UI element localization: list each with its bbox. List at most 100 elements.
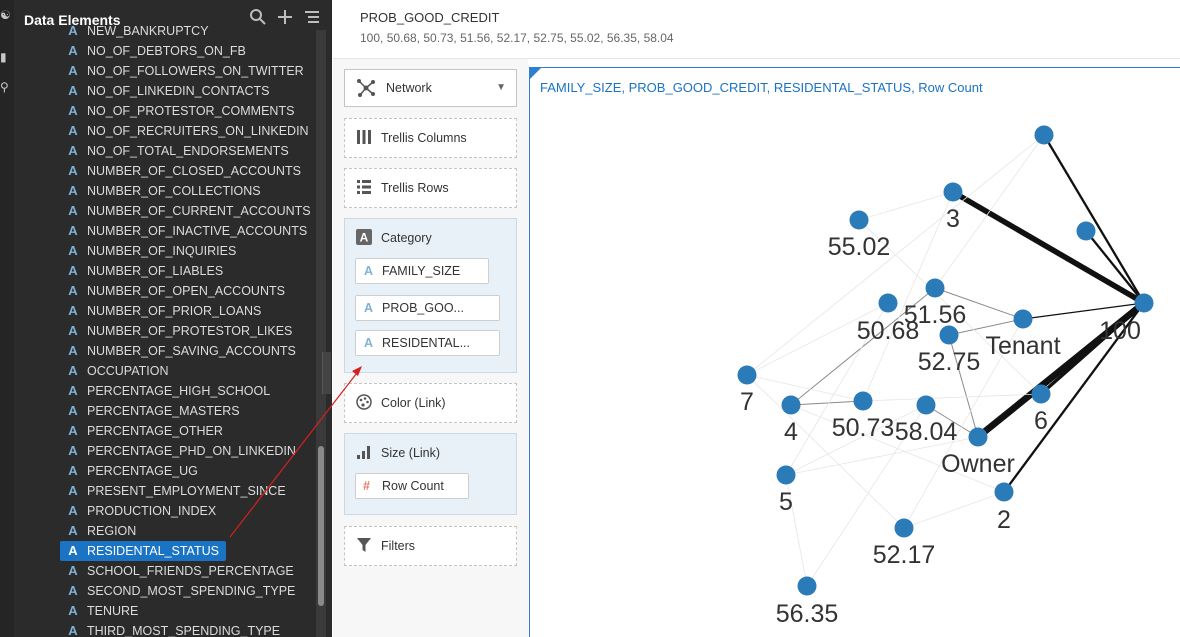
attribute-icon: A bbox=[68, 383, 78, 398]
analytics-icon[interactable]: ⚲ bbox=[0, 80, 9, 94]
category-item-prob-good-credit[interactable]: A PROB_GOO... bbox=[355, 295, 500, 321]
network-node[interactable] bbox=[781, 395, 801, 415]
data-element-item[interactable]: A REGION bbox=[60, 521, 315, 541]
data-element-label: NO_OF_DEBTORS_ON_FB bbox=[87, 44, 246, 58]
data-element-item[interactable]: A NUMBER_OF_INACTIVE_ACCOUNTS bbox=[60, 221, 315, 241]
data-element-item[interactable]: A NUMBER_OF_PROTESTOR_LIKES bbox=[60, 321, 315, 341]
attribute-icon: A bbox=[356, 229, 372, 249]
network-link[interactable] bbox=[1043, 134, 1145, 304]
attribute-icon: A bbox=[68, 563, 78, 578]
data-element-item[interactable]: A NUMBER_OF_COLLECTIONS bbox=[60, 181, 315, 201]
data-element-item[interactable]: A PERCENTAGE_MASTERS bbox=[60, 401, 315, 421]
data-element-item[interactable]: A SCHOOL_FRIENDS_PERCENTAGE bbox=[60, 561, 315, 581]
network-link[interactable] bbox=[951, 189, 1146, 306]
data-element-item[interactable]: A NUMBER_OF_INQUIRIES bbox=[60, 241, 315, 261]
data-element-item[interactable]: A NEW_BANKRUPTCY bbox=[60, 21, 315, 41]
network-node[interactable] bbox=[943, 182, 963, 202]
network-node-label: 6 bbox=[1034, 407, 1048, 435]
data-element-item[interactable]: A THIRD_MOST_SPENDING_TYPE bbox=[60, 621, 315, 637]
category-item-residental-status[interactable]: A RESIDENTAL... bbox=[355, 330, 500, 356]
data-element-item[interactable]: A NUMBER_OF_CLOSED_ACCOUNTS bbox=[60, 161, 315, 181]
network-graph[interactable]: 100TenantOwner36274555.0251.5650.6852.75… bbox=[530, 68, 1180, 637]
trellis-columns-dropzone[interactable]: Trellis Columns bbox=[344, 118, 517, 158]
panel-resize-handle[interactable] bbox=[322, 352, 331, 394]
network-link[interactable] bbox=[862, 393, 1042, 402]
network-node[interactable] bbox=[776, 465, 796, 485]
size-item-row-count[interactable]: # Row Count bbox=[355, 473, 469, 499]
filters-dropzone[interactable]: Filters bbox=[344, 526, 517, 566]
data-element-item[interactable]: A PERCENTAGE_UG bbox=[60, 461, 315, 481]
network-link[interactable] bbox=[746, 374, 864, 402]
visualizations-icon[interactable]: ▮ bbox=[0, 50, 7, 64]
network-node[interactable] bbox=[1134, 293, 1154, 313]
data-element-item[interactable]: A TENURE bbox=[60, 601, 315, 621]
network-node[interactable] bbox=[797, 576, 817, 596]
data-element-item[interactable]: A NO_OF_LINKEDIN_CONTACTS bbox=[60, 81, 315, 101]
data-element-label: NO_OF_RECRUITERS_ON_LINKEDIN bbox=[87, 124, 309, 138]
chevron-down-icon[interactable]: ▼ bbox=[496, 82, 506, 93]
data-element-item[interactable]: A RESIDENTAL_STATUS bbox=[60, 541, 226, 561]
network-node[interactable] bbox=[994, 482, 1014, 502]
network-node-label: 100 bbox=[1099, 317, 1141, 345]
filter-icon bbox=[356, 537, 372, 557]
attribute-icon: A bbox=[68, 243, 78, 258]
network-node[interactable] bbox=[1013, 309, 1033, 329]
visualization-canvas[interactable]: FAMILY_SIZE, PROB_GOOD_CREDIT, RESIDENTA… bbox=[529, 67, 1180, 637]
network-node-label: 7 bbox=[740, 388, 754, 416]
data-element-label: NUMBER_OF_INACTIVE_ACCOUNTS bbox=[87, 224, 308, 238]
network-node[interactable] bbox=[894, 518, 914, 538]
data-element-item[interactable]: A NO_OF_FOLLOWERS_ON_TWITTER bbox=[60, 61, 315, 81]
data-element-item[interactable]: A PRODUCTION_INDEX bbox=[60, 501, 315, 521]
attribute-icon: A bbox=[68, 363, 78, 378]
data-element-item[interactable]: A NUMBER_OF_CURRENT_ACCOUNTS bbox=[60, 201, 315, 221]
network-link[interactable] bbox=[903, 491, 1005, 529]
data-element-item[interactable]: A NO_OF_TOTAL_ENDORSEMENTS bbox=[60, 141, 315, 161]
network-node[interactable] bbox=[968, 427, 988, 447]
network-node[interactable] bbox=[853, 391, 873, 411]
data-element-item[interactable]: A NUMBER_OF_PRIOR_LOANS bbox=[60, 301, 315, 321]
network-node[interactable] bbox=[1031, 384, 1051, 404]
data-element-label: NO_OF_PROTESTOR_COMMENTS bbox=[87, 104, 295, 118]
attribute-icon: A bbox=[68, 223, 78, 238]
measure-icon: # bbox=[363, 479, 370, 493]
network-link[interactable] bbox=[790, 400, 864, 406]
category-label: Category bbox=[381, 231, 432, 245]
network-node[interactable] bbox=[1076, 221, 1096, 241]
chart-type-selector[interactable]: Network ▼ bbox=[344, 69, 517, 107]
network-node[interactable] bbox=[1034, 125, 1054, 145]
network-link[interactable] bbox=[746, 374, 905, 529]
data-element-item[interactable]: A NO_OF_PROTESTOR_COMMENTS bbox=[60, 101, 315, 121]
network-node[interactable] bbox=[737, 365, 757, 385]
network-node-label: Tenant bbox=[985, 332, 1060, 360]
size-bars-icon bbox=[356, 444, 372, 464]
data-element-item[interactable]: A OCCUPATION bbox=[60, 361, 315, 381]
data-element-item[interactable]: A PRESENT_EMPLOYMENT_SINCE bbox=[60, 481, 315, 501]
network-node[interactable] bbox=[849, 210, 869, 230]
data-element-item[interactable]: A NO_OF_DEBTORS_ON_FB bbox=[60, 41, 315, 61]
size-link-dropzone[interactable]: Size (Link) # Row Count bbox=[344, 433, 517, 515]
network-node-label: 3 bbox=[946, 205, 960, 233]
data-element-item[interactable]: A PERCENTAGE_OTHER bbox=[60, 421, 315, 441]
data-element-item[interactable]: A NUMBER_OF_SAVING_ACCOUNTS bbox=[60, 341, 315, 361]
category-dropzone[interactable]: A Category A FAMILY_SIZE A PROB_GOO... A RE… bbox=[344, 218, 517, 373]
data-element-item[interactable]: A SECOND_MOST_SPENDING_TYPE bbox=[60, 581, 315, 601]
network-node-label: 58.04 bbox=[895, 418, 958, 446]
scrollbar-thumb[interactable] bbox=[318, 446, 324, 606]
category-item-family-size[interactable]: A FAMILY_SIZE bbox=[355, 258, 489, 284]
trellis-rows-dropzone[interactable]: Trellis Rows bbox=[344, 168, 517, 208]
data-element-item[interactable]: A PERCENTAGE_HIGH_SCHOOL bbox=[60, 381, 315, 401]
data-element-item[interactable]: A NUMBER_OF_LIABLES bbox=[60, 261, 315, 281]
network-node[interactable] bbox=[925, 278, 945, 298]
network-node-label: 50.73 bbox=[832, 414, 895, 442]
network-link[interactable] bbox=[858, 191, 954, 221]
color-link-dropzone[interactable]: Color (Link) bbox=[344, 383, 517, 423]
data-element-label: NUMBER_OF_SAVING_ACCOUNTS bbox=[87, 344, 296, 358]
data-element-item[interactable]: A NO_OF_RECRUITERS_ON_LINKEDIN bbox=[60, 121, 315, 141]
grammar-panel: Network ▼ Trellis Columns Trellis Rows A… bbox=[333, 59, 528, 637]
network-link[interactable] bbox=[1085, 230, 1145, 304]
data-element-item[interactable]: A PERCENTAGE_PHD_ON_LINKEDIN bbox=[60, 441, 315, 461]
network-node[interactable] bbox=[878, 293, 898, 313]
network-node[interactable] bbox=[916, 395, 936, 415]
data-icon[interactable]: ☯ bbox=[0, 8, 11, 22]
data-element-item[interactable]: A NUMBER_OF_OPEN_ACCOUNTS bbox=[60, 281, 315, 301]
